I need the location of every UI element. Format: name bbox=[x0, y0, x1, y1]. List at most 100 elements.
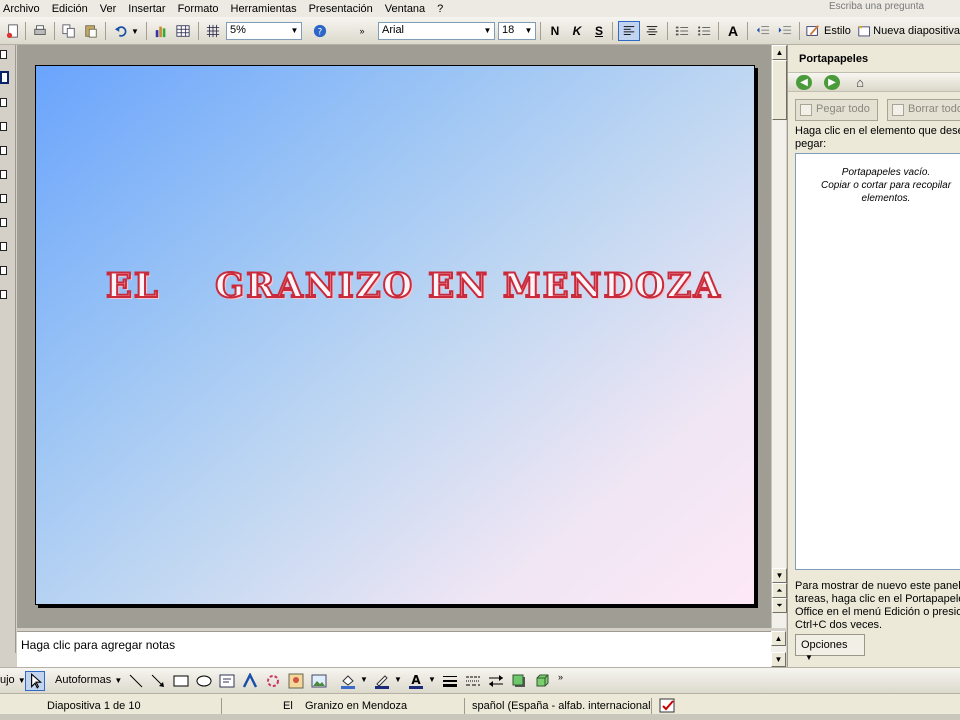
menu-insertar[interactable]: Insertar bbox=[124, 3, 173, 15]
draw-menu-button[interactable]: ujo ▼ bbox=[0, 674, 26, 686]
scroll-up-icon[interactable]: ▲ bbox=[771, 631, 786, 646]
scroll-down-icon[interactable]: ▼ bbox=[772, 568, 787, 583]
wordart-icon[interactable] bbox=[242, 673, 258, 689]
undo-button[interactable]: ▼ bbox=[111, 21, 141, 41]
notes-placeholder: Haga clic para agregar notas bbox=[21, 638, 176, 652]
bold-button[interactable]: N bbox=[546, 21, 564, 41]
copy-button[interactable] bbox=[60, 21, 78, 41]
clipart-icon[interactable] bbox=[288, 673, 304, 689]
line-style-icon[interactable] bbox=[442, 673, 458, 689]
paste-button[interactable] bbox=[82, 21, 100, 41]
menu-ventana[interactable]: Ventana bbox=[381, 3, 433, 15]
clipboard-items-list[interactable]: Portapapeles vacío. Copiar o cortar para… bbox=[795, 153, 960, 570]
new-slide-button[interactable]: Nueva diapositiva bbox=[858, 21, 960, 41]
forward-arrow-icon[interactable]: ▶ bbox=[824, 75, 840, 90]
spelling-icon[interactable] bbox=[658, 698, 678, 714]
autoshapes-button[interactable]: Autoformas ▼ bbox=[55, 674, 122, 686]
numbering-button[interactable] bbox=[673, 21, 691, 41]
paste-all-button[interactable]: Pegar todo bbox=[795, 99, 878, 121]
zoom-select[interactable]: 5% ▼ bbox=[226, 22, 302, 40]
indent-icon bbox=[778, 26, 792, 35]
menu-edicion[interactable]: Edición bbox=[48, 3, 96, 15]
insert-chart-button[interactable] bbox=[152, 21, 170, 41]
insert-picture-icon[interactable] bbox=[311, 673, 327, 689]
align-center-icon bbox=[646, 26, 658, 35]
underline-button[interactable]: S bbox=[590, 21, 608, 41]
ellipse-icon[interactable] bbox=[196, 673, 212, 689]
chevron-down-icon: ▼ bbox=[114, 676, 123, 685]
chevron-down-icon[interactable]: ▼ bbox=[428, 675, 436, 684]
slide-thumbnail[interactable] bbox=[0, 98, 7, 107]
scroll-up-icon[interactable]: ▲ bbox=[772, 45, 787, 60]
zoom-value: 5% bbox=[230, 24, 246, 36]
help-button[interactable]: ? bbox=[311, 21, 329, 41]
align-center-button[interactable] bbox=[643, 21, 661, 41]
decrease-indent-button[interactable] bbox=[754, 21, 772, 41]
select-objects-button[interactable] bbox=[25, 671, 45, 691]
design-button[interactable]: Estilo bbox=[805, 21, 853, 41]
font-size-select[interactable]: 18 ▼ bbox=[498, 22, 536, 40]
chevron-down-icon[interactable]: ▼ bbox=[394, 675, 402, 684]
align-left-button[interactable] bbox=[618, 21, 640, 41]
arrow-style-icon[interactable] bbox=[488, 673, 504, 689]
italic-button[interactable]: K bbox=[568, 21, 586, 41]
slide-thumbnail[interactable] bbox=[0, 170, 7, 179]
drawing-toolbar: ujo ▼ Autoformas ▼ ▼ ▼ A ▼ » bbox=[0, 667, 960, 693]
toolbar-options-button[interactable]: » bbox=[357, 21, 367, 41]
slide-thumbnail-selected[interactable] bbox=[0, 71, 9, 84]
copy-icon bbox=[62, 24, 75, 38]
font-name-select[interactable]: Arial ▼ bbox=[378, 22, 495, 40]
increase-indent-button[interactable] bbox=[776, 21, 794, 41]
grid-button[interactable] bbox=[204, 21, 222, 41]
slide-thumbnail[interactable] bbox=[0, 218, 7, 227]
menu-formato[interactable]: Formato bbox=[174, 3, 227, 15]
back-arrow-icon[interactable]: ◀ bbox=[796, 75, 812, 90]
slide-canvas[interactable]: EL GRANIZO EN MENDOZA bbox=[35, 65, 755, 605]
slide-vertical-scrollbar[interactable]: ▲ ▼ ⏶ ⏷ bbox=[771, 45, 787, 628]
chevron-down-icon[interactable]: ▼ bbox=[360, 675, 368, 684]
scrollbar-thumb[interactable] bbox=[772, 60, 787, 120]
slide-thumbnail[interactable] bbox=[0, 50, 7, 59]
toolbar-options-icon[interactable]: » bbox=[558, 672, 563, 682]
slide-thumbnail[interactable] bbox=[0, 242, 7, 251]
next-slide-icon[interactable]: ⏷ bbox=[772, 598, 787, 613]
chevron-down-icon: ▼ bbox=[524, 26, 533, 35]
ask-question-box[interactable]: Escriba una pregunta bbox=[825, 0, 960, 15]
menu-herramientas[interactable]: Herramientas bbox=[227, 3, 305, 15]
line-icon[interactable] bbox=[128, 673, 144, 689]
font-grow-icon: A bbox=[727, 23, 739, 39]
home-icon[interactable]: ⌂ bbox=[852, 75, 868, 90]
slide-thumbnail[interactable] bbox=[0, 146, 7, 155]
new-file-button[interactable] bbox=[4, 21, 22, 41]
dash-style-icon[interactable] bbox=[465, 673, 481, 689]
menu-help[interactable]: ? bbox=[433, 3, 451, 15]
slide-thumbnail[interactable] bbox=[0, 194, 7, 203]
menu-archivo[interactable]: Archivo bbox=[0, 3, 48, 15]
line-color-icon[interactable] bbox=[374, 673, 390, 689]
print-button[interactable] bbox=[31, 21, 49, 41]
task-pane-instructions: Haga clic en el elemento que desea pegar… bbox=[795, 125, 960, 151]
slide-title[interactable]: EL GRANIZO EN MENDOZA bbox=[105, 265, 721, 307]
previous-slide-icon[interactable]: ⏶ bbox=[772, 583, 787, 598]
shadow-icon[interactable] bbox=[511, 673, 527, 689]
slide-thumbnail[interactable] bbox=[0, 290, 7, 299]
rectangle-icon[interactable] bbox=[173, 673, 189, 689]
3d-icon[interactable] bbox=[534, 673, 550, 689]
insert-table-button[interactable] bbox=[174, 21, 192, 41]
clear-all-button[interactable]: Borrar todo bbox=[887, 99, 960, 121]
increase-font-button[interactable]: A bbox=[724, 21, 742, 41]
diagram-icon[interactable] bbox=[265, 673, 281, 689]
notes-pane[interactable]: Haga clic para agregar notas bbox=[17, 631, 771, 667]
font-color-icon[interactable]: A bbox=[408, 673, 424, 689]
fill-color-icon[interactable] bbox=[340, 673, 356, 689]
slide-thumbnail[interactable] bbox=[0, 266, 7, 275]
text-box-icon[interactable] bbox=[219, 673, 235, 689]
menu-ver[interactable]: Ver bbox=[96, 3, 125, 15]
bullets-button[interactable] bbox=[695, 21, 713, 41]
scroll-down-icon[interactable]: ▼ bbox=[771, 652, 786, 667]
menu-presentacion[interactable]: Presentación bbox=[305, 3, 381, 15]
slide-thumbnail[interactable] bbox=[0, 122, 7, 131]
arrow-icon[interactable] bbox=[150, 673, 166, 689]
options-button[interactable]: Opciones ▼ bbox=[795, 634, 865, 662]
notes-scrollbar[interactable]: ▲ ▼ bbox=[771, 631, 786, 667]
